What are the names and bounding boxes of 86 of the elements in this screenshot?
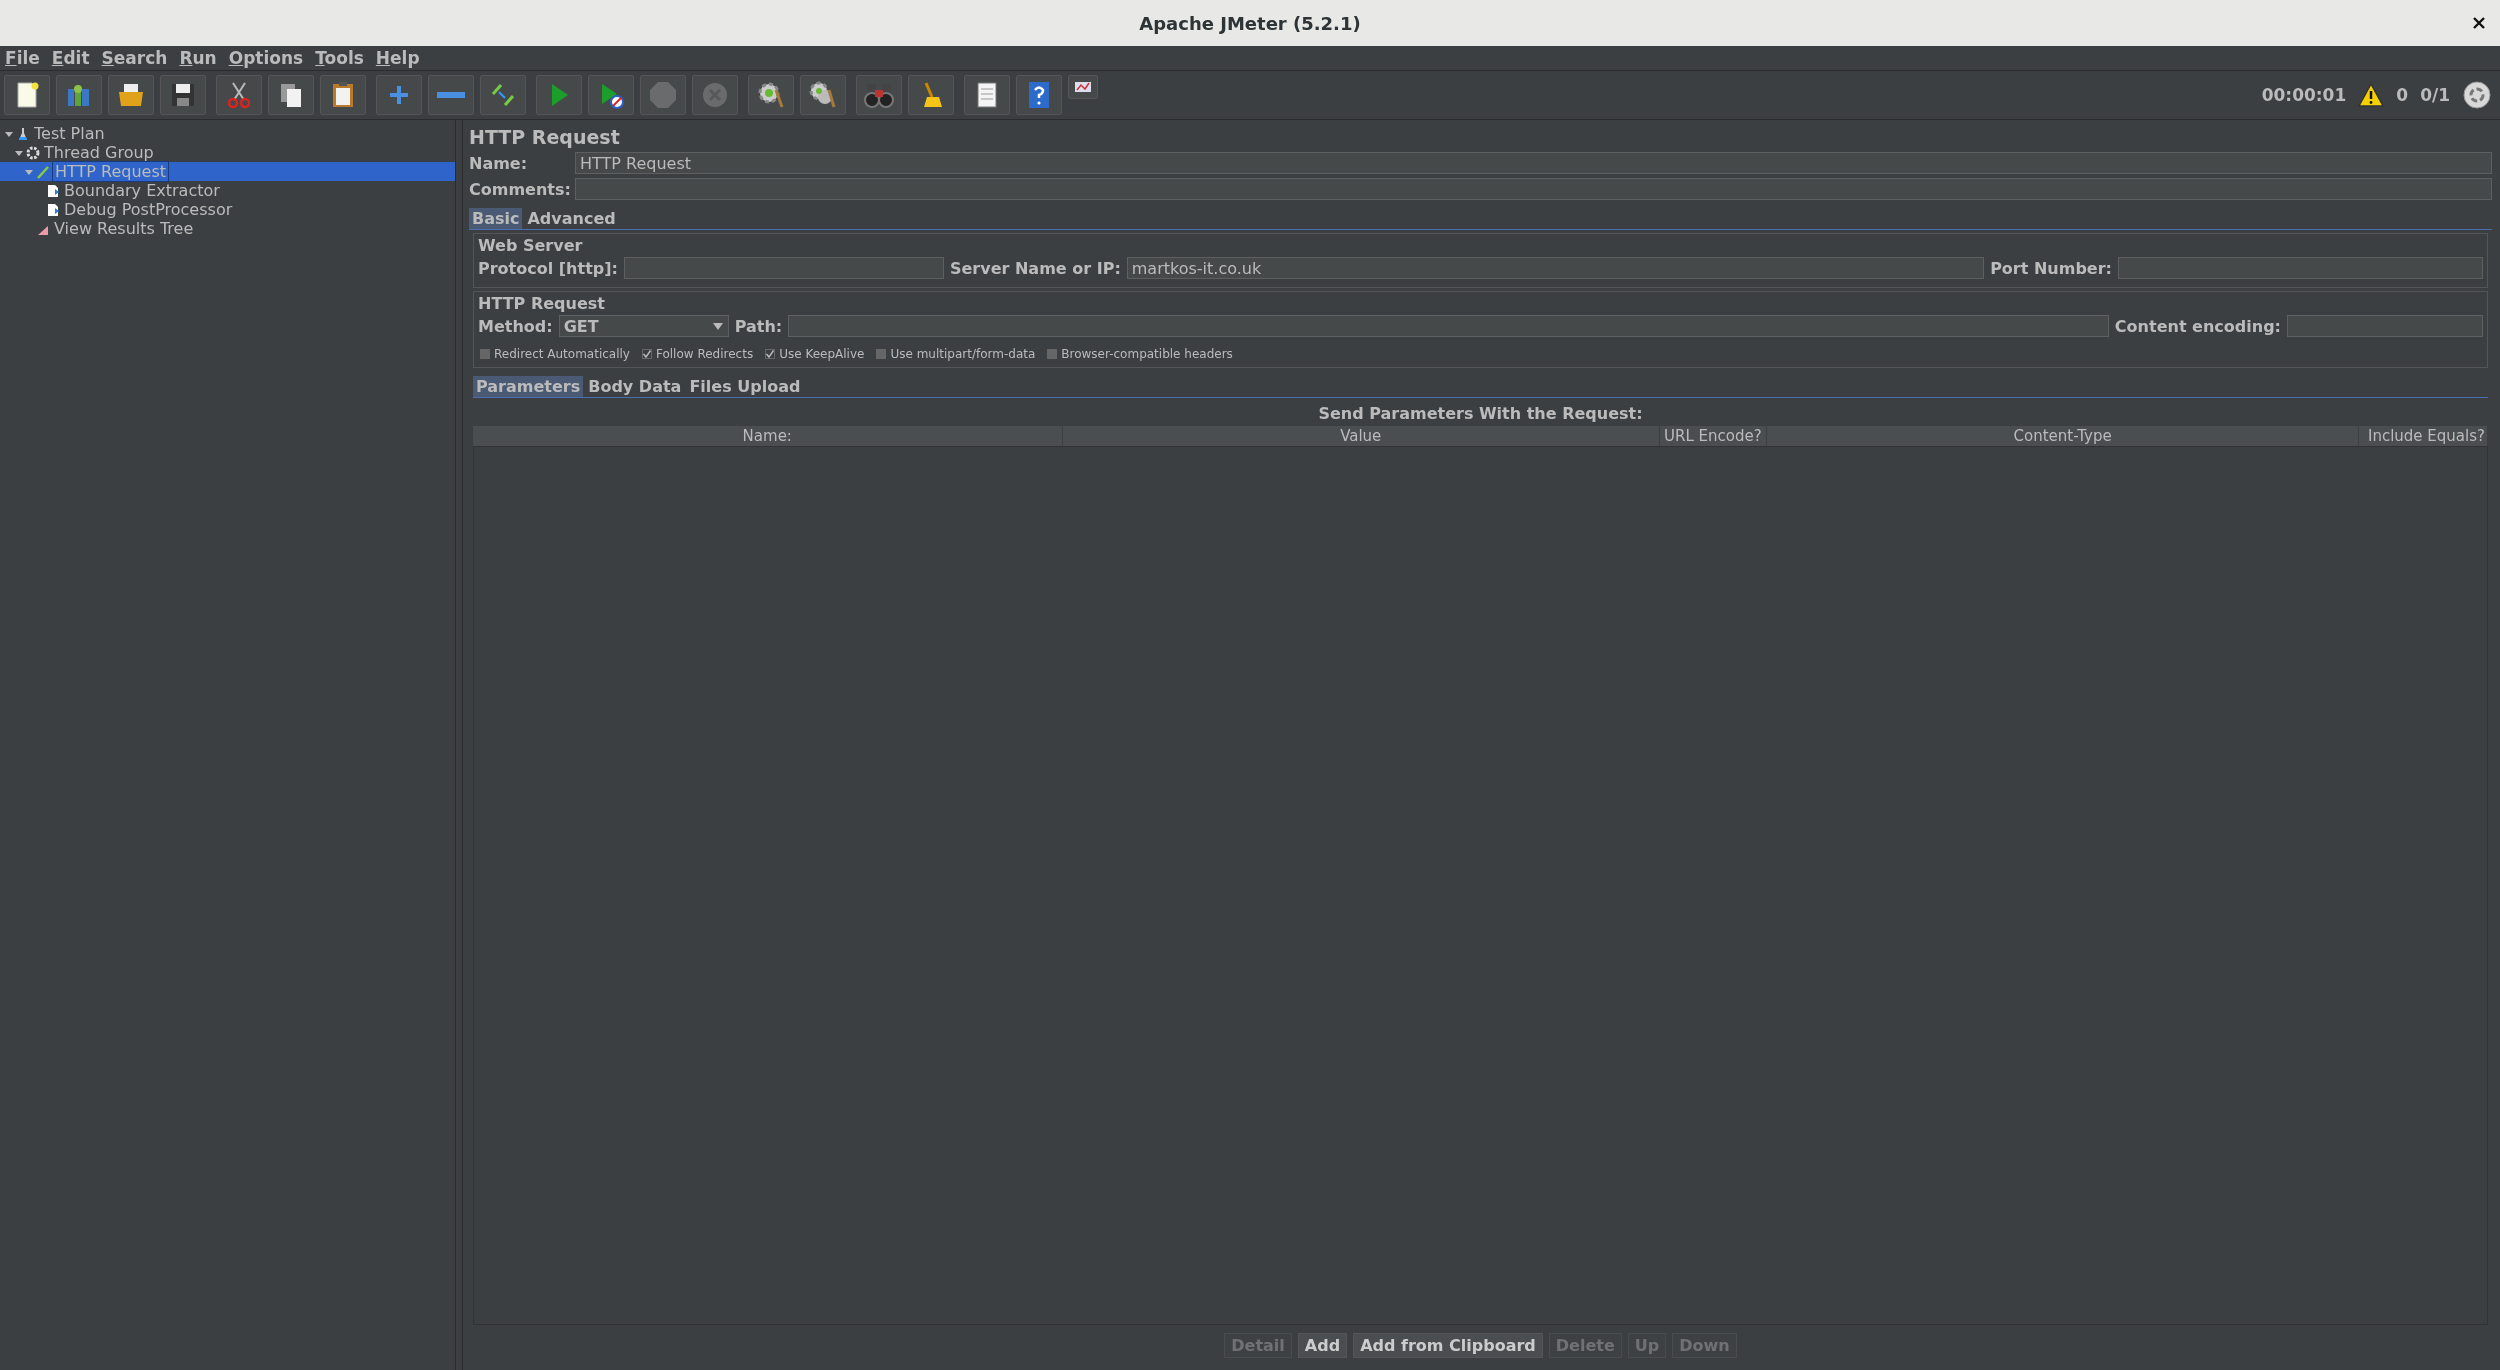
menu-item[interactable]: Search	[101, 48, 168, 68]
tab[interactable]: Parameters	[473, 376, 584, 397]
panel-title: HTTP Request	[469, 126, 621, 148]
port-field[interactable]	[2118, 257, 2483, 279]
field-label: Name:	[469, 153, 529, 173]
menu-item[interactable]: Edit	[51, 48, 90, 68]
section-title: Web Server	[478, 236, 584, 255]
document-icon	[46, 182, 60, 199]
menu-item[interactable]: Help	[375, 48, 420, 68]
tree-item[interactable]: Debug PostProcessor	[62, 200, 235, 219]
column-header[interactable]: Value	[1062, 426, 1660, 446]
close-icon[interactable]	[2472, 16, 2486, 30]
toolbar-button[interactable]	[4, 75, 50, 115]
tree-item[interactable]: View Results Tree	[52, 219, 196, 238]
toolbar-button[interactable]	[320, 75, 366, 115]
elapsed-time: 00:00:01	[2261, 85, 2347, 105]
minus-icon	[436, 91, 466, 99]
toolbar-button[interactable]	[1016, 75, 1062, 115]
field-label: Port Number:	[1990, 258, 2112, 278]
toolbar-button[interactable]	[160, 75, 206, 115]
x-circle-icon	[700, 80, 730, 110]
warning-icon[interactable]	[2358, 83, 2385, 107]
dropdown-arrow-icon	[711, 321, 724, 331]
checkbox-label: Browser-compatible headers	[1061, 347, 1233, 361]
menu-item[interactable]: Options	[228, 48, 304, 68]
toolbar-button[interactable]	[268, 75, 314, 115]
checkbox-label: Redirect Automatically	[494, 347, 630, 361]
checkbox-label: Use multipart/form-data	[890, 347, 1036, 361]
toolbar-button[interactable]	[800, 75, 846, 115]
field-label: Protocol [http]:	[478, 258, 618, 278]
document-icon	[46, 201, 60, 218]
checkbox[interactable]	[641, 349, 652, 359]
comments-field[interactable]	[575, 178, 2492, 200]
tab[interactable]: Basic	[469, 208, 523, 229]
name-field[interactable]: HTTP Request	[575, 152, 2492, 174]
toolbar-button[interactable]	[480, 75, 526, 115]
log-icon	[1072, 79, 1094, 95]
protocol-field[interactable]	[623, 257, 944, 279]
checkbox[interactable]	[876, 349, 887, 359]
checkbox-label: Follow Redirects	[655, 347, 754, 361]
toolbar-button[interactable]	[964, 75, 1010, 115]
menu-item[interactable]: File	[5, 48, 40, 68]
gear-icon	[26, 144, 40, 161]
gear-broom-icon	[756, 80, 786, 110]
checkbox[interactable]	[765, 349, 776, 359]
column-header[interactable]: Content-Type	[1766, 426, 2360, 446]
menu-item[interactable]: Tools	[315, 48, 364, 68]
field-label: Method:	[478, 316, 553, 336]
checkbox[interactable]	[480, 349, 490, 359]
toolbar-button[interactable]	[108, 75, 154, 115]
checkbox[interactable]	[1047, 349, 1058, 359]
field-label: Path:	[734, 316, 783, 336]
path-field[interactable]	[788, 315, 2109, 337]
menu-item[interactable]: Run	[179, 48, 217, 68]
tree-item[interactable]: Boundary Extractor	[62, 181, 222, 200]
status-indicator-icon	[2462, 80, 2492, 110]
table-button[interactable]: Add from Clipboard	[1353, 1333, 1543, 1358]
section-title: HTTP Request	[478, 294, 606, 313]
field-label: Content encoding:	[2114, 316, 2281, 336]
column-header[interactable]: Include Equals?	[2359, 426, 2488, 446]
tab[interactable]: Advanced	[524, 208, 619, 229]
tab[interactable]: Files Upload	[686, 376, 804, 397]
warning-count: 0	[2396, 85, 2409, 105]
field-label: Server Name or IP:	[949, 258, 1121, 278]
table-button[interactable]: Add	[1297, 1333, 1348, 1358]
flask-icon	[16, 125, 30, 142]
checkbox-label: Use KeepAlive	[779, 347, 865, 361]
tree-item[interactable]: Test Plan	[32, 124, 107, 143]
toolbar-button[interactable]	[588, 75, 634, 115]
encoding-field[interactable]	[2287, 315, 2483, 337]
toolbar-button[interactable]	[908, 75, 954, 115]
thread-count: 0/1	[2420, 85, 2450, 105]
toolbar-button[interactable]	[748, 75, 794, 115]
toolbar-button[interactable]	[1068, 75, 1098, 99]
column-header[interactable]: Name:	[473, 426, 1063, 446]
window-title: Apache JMeter (5.2.1)	[1139, 12, 1361, 34]
column-header[interactable]: URL Encode?	[1660, 426, 1767, 446]
tree-item[interactable]: Thread Group	[42, 143, 156, 162]
stop-icon	[648, 80, 678, 110]
gears-broom-icon	[808, 80, 838, 110]
tree-item[interactable]: HTTP Request	[52, 161, 170, 182]
method-dropdown[interactable]: GET	[558, 315, 729, 337]
server-field[interactable]: martkos-it.co.uk	[1126, 257, 1985, 279]
table-title: Send Parameters With the Request:	[1317, 404, 1644, 423]
field-label: Comments:	[469, 179, 569, 199]
tab[interactable]: Body Data	[585, 376, 685, 397]
